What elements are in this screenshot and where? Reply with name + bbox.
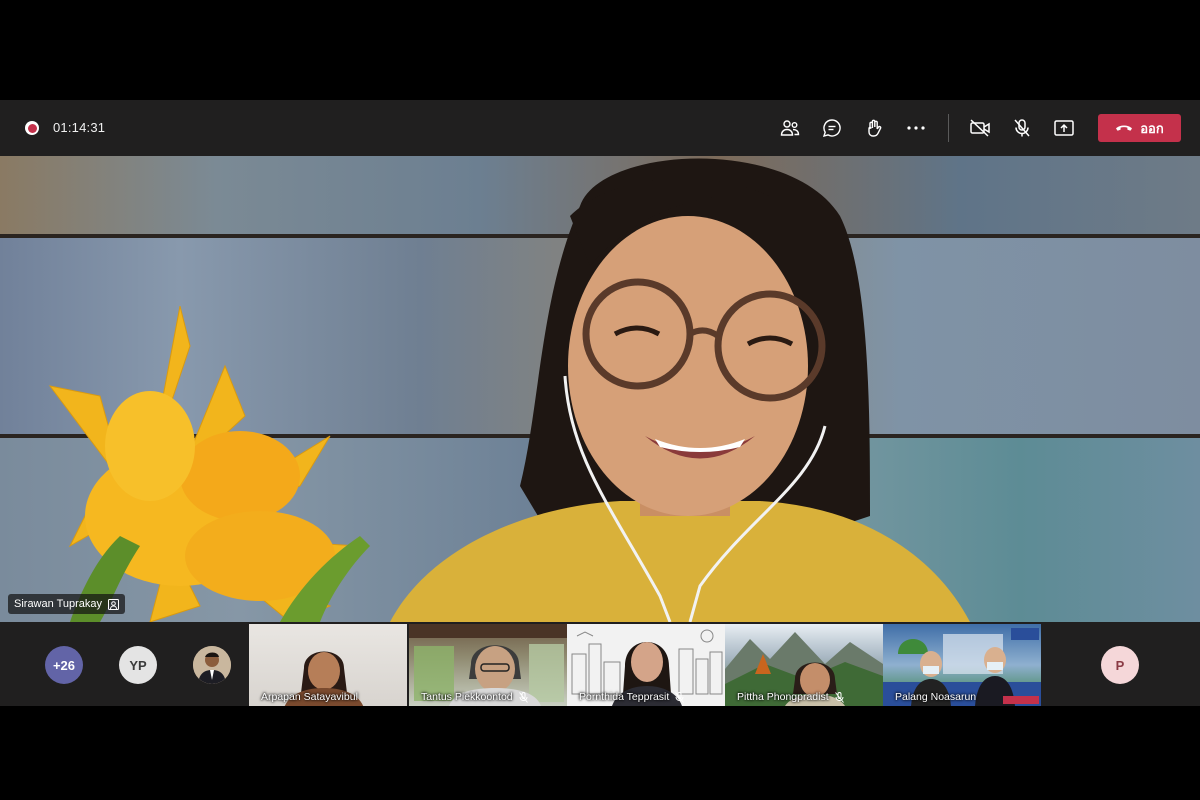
background-effect-icon: [108, 598, 120, 610]
hang-up-icon: [1116, 125, 1133, 131]
more-participants-button[interactable]: +26: [45, 646, 83, 684]
mic-off-icon: [518, 691, 528, 703]
speaker-name-tag: Sirawan Tuprakay: [8, 594, 126, 614]
mic-off-icon[interactable]: [1008, 114, 1036, 142]
camera-off-icon[interactable]: [966, 114, 994, 142]
participant-video-tile[interactable]: Palang Noasarun: [883, 624, 1041, 706]
people-icon[interactable]: [776, 114, 804, 142]
meeting-toolbar: 01:14:31 ออก: [0, 100, 1200, 156]
participant-strip: +26 YP Arpapan Satayavibul Tantus Piekko…: [0, 622, 1200, 706]
participant-video-tile[interactable]: Pornthida Tepprasit: [567, 624, 725, 706]
participant-name-label: Tantus Piekkoontod: [421, 691, 528, 703]
speaker-person-image: [390, 158, 970, 622]
leave-call-button[interactable]: ออก: [1098, 114, 1181, 142]
share-screen-icon[interactable]: [1050, 114, 1078, 142]
main-speaker-video: Sirawan Tuprakay: [0, 156, 1200, 622]
mic-off-icon: [834, 691, 844, 703]
participant-name-label: Pittha Phongpradist: [737, 691, 844, 703]
leave-button-label: ออก: [1140, 120, 1164, 136]
participant-name: Arpapan Satayavibul: [261, 691, 358, 703]
raise-hand-icon[interactable]: [860, 114, 888, 142]
yellow-flowers-image: [48, 306, 370, 622]
toolbar-divider: [948, 114, 949, 142]
participant-name: Tantus Piekkoontod: [421, 691, 513, 703]
participant-video-tile[interactable]: Arpapan Satayavibul: [249, 624, 407, 706]
speaker-name: Sirawan Tuprakay: [14, 598, 103, 610]
participant-name-label: Pornthida Tepprasit: [579, 691, 685, 703]
mic-off-icon: [675, 691, 685, 703]
call-timer: 01:14:31: [53, 120, 106, 135]
participant-name: Pornthida Tepprasit: [579, 691, 670, 703]
participant-video-tile[interactable]: Pittha Phongpradist: [725, 624, 883, 706]
participant-video-tile[interactable]: Tantus Piekkoontod: [409, 624, 567, 706]
participant-name: Pittha Phongpradist: [737, 691, 829, 703]
recording-indicator-icon: [25, 121, 39, 135]
participant-name-label: Arpapan Satayavibul: [261, 691, 358, 703]
participant-name-label: Palang Noasarun: [895, 691, 976, 703]
more-icon[interactable]: [902, 114, 930, 142]
participant-avatar-initials[interactable]: P: [1101, 646, 1139, 684]
participant-name: Palang Noasarun: [895, 691, 977, 703]
participant-avatar-photo[interactable]: [193, 646, 231, 684]
chat-icon[interactable]: [818, 114, 846, 142]
participant-avatar-initials[interactable]: YP: [119, 646, 157, 684]
